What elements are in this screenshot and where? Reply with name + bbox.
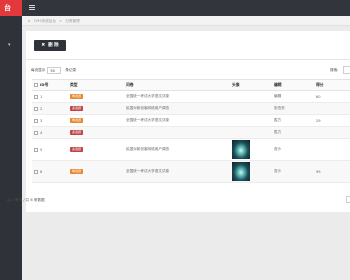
top-bar bbox=[22, 0, 350, 16]
breadcrumb: ⌂ CMS系统后台 > 分类管理 bbox=[22, 16, 350, 26]
row-checkbox[interactable] bbox=[34, 169, 38, 174]
cell-avatar bbox=[230, 126, 272, 139]
brand-logo: 台 bbox=[0, 0, 22, 16]
page-length-prefix: 每页显示 bbox=[31, 68, 46, 72]
cell-editor: 张伯安 bbox=[272, 102, 314, 115]
cell-score bbox=[314, 138, 350, 161]
sidebar: 台 ▾ bbox=[0, 0, 22, 280]
cell-type: 单选题 bbox=[68, 90, 124, 103]
menu-icon[interactable] bbox=[29, 5, 35, 10]
type-badge: 多选题 bbox=[70, 147, 84, 152]
cell-avatar bbox=[230, 90, 272, 103]
header-score[interactable]: 得分 bbox=[314, 79, 350, 91]
cell-id: 5 bbox=[32, 138, 68, 161]
header-avatar[interactable]: 头像 bbox=[230, 79, 272, 91]
content-panel: ✖ 删 除 每页显示 50 条记录 搜索: ID号 类型 问卷 头像 编辑 得分 1 … bbox=[26, 31, 350, 212]
row-checkbox[interactable] bbox=[34, 118, 38, 123]
chevron-down-icon[interactable]: ▾ bbox=[8, 42, 16, 48]
cell-score: 99 bbox=[314, 160, 350, 183]
cell-score: 29 bbox=[314, 114, 350, 127]
cell-score: 60 bbox=[314, 90, 350, 103]
table-row[interactable]: 1 单选题 全国统一考试大学语文试卷 编辑 60 bbox=[32, 90, 350, 103]
cell-question: 民国对新创客网络用户调查 bbox=[124, 138, 230, 161]
breadcrumb-separator: > bbox=[59, 19, 63, 23]
cell-score bbox=[314, 102, 350, 115]
cell-editor: 查沙 bbox=[272, 138, 314, 161]
cell-question: 全国统一考试大学语文试卷 bbox=[124, 90, 230, 103]
page-length-control: 每页显示 50 条记录 bbox=[31, 67, 76, 74]
cell-editor: 查沙 bbox=[272, 160, 314, 183]
type-badge: 单选题 bbox=[70, 94, 84, 99]
cell-avatar bbox=[230, 138, 272, 161]
header-question[interactable]: 问卷 bbox=[124, 79, 230, 91]
cell-editor: 胜方 bbox=[272, 114, 314, 127]
cell-type: 多选题 bbox=[68, 126, 124, 139]
cell-id: 4 bbox=[32, 126, 68, 139]
avatar-thumbnail bbox=[232, 140, 250, 159]
cell-type: 单选题 bbox=[68, 160, 124, 183]
search-label: 搜索: bbox=[330, 68, 339, 72]
cell-avatar bbox=[230, 160, 272, 183]
cell-question: 民国对新创客网络用户调查 bbox=[124, 102, 230, 115]
cell-editor: 编辑 bbox=[272, 90, 314, 103]
table-row[interactable]: 5 多选题 民国对新创客网络用户调查 查沙 bbox=[32, 138, 350, 161]
type-badge: 多选题 bbox=[70, 130, 84, 135]
cell-question: 全国统一考试大学语文试卷 bbox=[124, 160, 230, 183]
pagination-next[interactable] bbox=[346, 196, 350, 203]
page-length-suffix: 条记录 bbox=[65, 68, 77, 72]
search-input[interactable] bbox=[343, 66, 350, 74]
type-badge: 单选题 bbox=[70, 118, 84, 123]
type-badge: 多选题 bbox=[70, 106, 84, 111]
page-length-select[interactable]: 50 bbox=[47, 67, 62, 74]
table-row[interactable]: 4 多选题 胜方 bbox=[32, 126, 350, 139]
table-row[interactable]: 3 单选题 全国统一考试大学语文试卷 胜方 29 bbox=[32, 114, 350, 127]
cell-question bbox=[124, 126, 230, 139]
cell-avatar bbox=[230, 102, 272, 115]
divider bbox=[26, 59, 350, 60]
cell-editor: 胜方 bbox=[272, 126, 314, 139]
avatar-thumbnail bbox=[232, 162, 250, 181]
cell-type: 多选题 bbox=[68, 138, 124, 161]
data-table: ID号 类型 问卷 头像 编辑 得分 1 单选题 全国统一考试大学语文试卷 编辑… bbox=[32, 79, 350, 183]
cell-question: 全国统一考试大学语文试卷 bbox=[124, 114, 230, 127]
breadcrumb-current: 分类管理 bbox=[65, 19, 80, 23]
cell-type: 多选题 bbox=[68, 102, 124, 115]
home-icon[interactable]: ⌂ bbox=[28, 18, 31, 23]
type-badge: 单选题 bbox=[70, 169, 84, 174]
cell-avatar bbox=[230, 114, 272, 127]
header-editor[interactable]: 编辑 bbox=[272, 79, 314, 91]
close-icon: ✖ bbox=[41, 43, 46, 48]
cell-id: 6 bbox=[32, 160, 68, 183]
delete-label: 删 除 bbox=[48, 43, 59, 48]
header-type[interactable]: 类型 bbox=[68, 79, 124, 91]
row-checkbox[interactable] bbox=[34, 106, 38, 111]
table-row[interactable]: 6 单选题 全国统一考试大学语文试卷 查沙 99 bbox=[32, 160, 350, 183]
table-row[interactable]: 2 多选题 民国对新创客网络用户调查 张伯安 bbox=[32, 102, 350, 115]
select-all-checkbox[interactable] bbox=[34, 83, 38, 87]
cell-type: 单选题 bbox=[68, 114, 124, 127]
row-checkbox[interactable] bbox=[34, 147, 38, 152]
cell-id: 1 bbox=[32, 90, 68, 103]
cell-id: 2 bbox=[32, 102, 68, 115]
row-checkbox[interactable] bbox=[34, 130, 38, 135]
header-id[interactable]: ID号 bbox=[32, 79, 68, 91]
delete-button[interactable]: ✖ 删 除 bbox=[34, 40, 66, 51]
breadcrumb-root[interactable]: CMS系统后台 bbox=[34, 19, 56, 23]
table-info: 从 1 到 6 / 共 6 条数据 bbox=[7, 198, 45, 202]
row-checkbox[interactable] bbox=[34, 94, 38, 99]
cell-score bbox=[314, 126, 350, 139]
table-header-row: ID号 类型 问卷 头像 编辑 得分 bbox=[32, 79, 350, 91]
cell-id: 3 bbox=[32, 114, 68, 127]
